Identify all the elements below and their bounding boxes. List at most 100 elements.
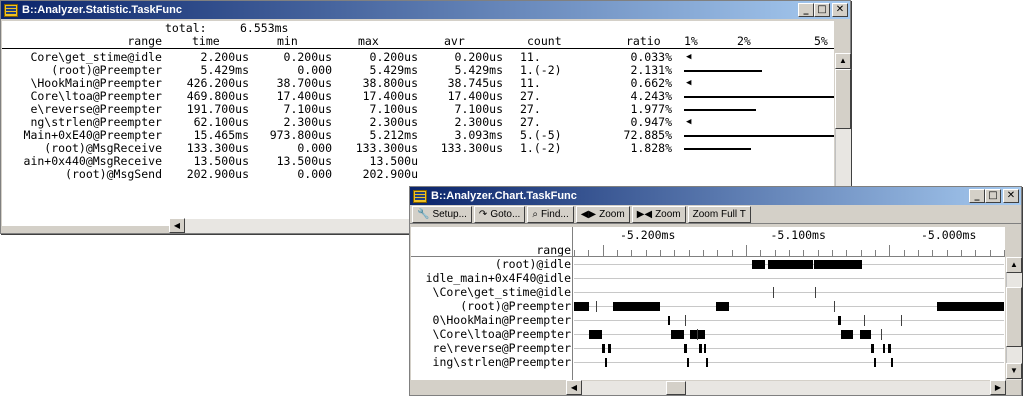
table-row[interactable]: (root)@MsgReceive 133.300us 0.000 133.300us… bbox=[2, 142, 834, 155]
cell-count: 1.(-2) bbox=[520, 141, 562, 155]
activity-block bbox=[870, 344, 874, 353]
cell-max: 133.300us bbox=[355, 141, 418, 155]
chart-lane[interactable]: \Core\get_stime@idle bbox=[411, 286, 1005, 299]
ratio-bar bbox=[684, 135, 834, 137]
ratio-bar bbox=[684, 148, 751, 150]
table-row[interactable]: ain+0x440@MsgReceive 13.500us 13.500us 13.5… bbox=[2, 155, 834, 168]
cell-time: 426.200us bbox=[186, 76, 249, 90]
goto-button[interactable]: ↷ Goto... bbox=[473, 205, 526, 223]
chart-header: range -5.200ms -5.100ms -5.000ms bbox=[411, 227, 1005, 257]
chart-lane[interactable]: ing\strlen@Preempter bbox=[411, 356, 1005, 369]
chart-window[interactable]: B::Analyzer.Chart.TaskFunc _ □ ✕ 🔧 Setup.… bbox=[409, 186, 1022, 396]
window-icon bbox=[413, 189, 427, 203]
table-row[interactable]: \HookMain@Preempter 426.200us 38.700us 38.8… bbox=[2, 77, 834, 90]
time-axis-label: -5.100ms bbox=[770, 228, 826, 242]
lane-track bbox=[574, 362, 1004, 363]
chart-lane[interactable]: (root)@idle bbox=[411, 258, 1005, 271]
chart-lane[interactable]: idle_main+0x4F40@idle bbox=[411, 272, 1005, 285]
setup-button[interactable]: 🔧 Setup... bbox=[412, 205, 472, 223]
table-row[interactable]: Core\get_stime@idle 2.200us 0.200us 0.200us… bbox=[2, 51, 834, 64]
cell-count: 11. bbox=[520, 50, 541, 64]
activity-block bbox=[882, 344, 886, 353]
ratio-bar bbox=[684, 109, 756, 111]
find-button[interactable]: ⌕ Find... bbox=[527, 205, 574, 223]
cell-avr: 3.093ms bbox=[454, 128, 503, 142]
time-axis-label: -5.000ms bbox=[921, 228, 977, 242]
cell-ratio: 0.662% bbox=[630, 76, 672, 90]
close-button[interactable]: ✕ bbox=[832, 3, 848, 17]
lane-track bbox=[574, 278, 1004, 279]
minimize-button[interactable]: _ bbox=[798, 3, 814, 17]
ratio-bar bbox=[684, 70, 762, 72]
activity-block bbox=[574, 302, 590, 311]
maximize-button[interactable]: □ bbox=[814, 3, 830, 17]
time-axis-tick bbox=[889, 245, 891, 256]
cell-time: 15.465ms bbox=[193, 128, 249, 142]
activity-block bbox=[859, 330, 871, 339]
minimize-button[interactable]: _ bbox=[969, 189, 985, 203]
scroll-thumb[interactable] bbox=[835, 69, 851, 129]
table-row[interactable]: (root)@Preempter 5.429ms 0.000 5.429ms 5.429… bbox=[2, 64, 834, 77]
window-title: B::Analyzer.Chart.TaskFunc bbox=[431, 190, 577, 202]
cell-avr: 17.400us bbox=[447, 89, 503, 103]
activity-tick bbox=[834, 301, 836, 312]
cell-max: 202.900u bbox=[362, 167, 418, 181]
close-button[interactable]: ✕ bbox=[1003, 189, 1019, 203]
chart-vscroll[interactable]: ▲ ▼ bbox=[1006, 257, 1022, 380]
chart-hscroll[interactable]: ◀ ▶ bbox=[566, 380, 1006, 395]
maximize-button[interactable]: □ bbox=[985, 189, 1001, 203]
scroll-left-button[interactable]: ◀ bbox=[566, 380, 582, 395]
goto-icon: ↷ bbox=[478, 208, 488, 220]
scroll-up-button[interactable]: ▲ bbox=[1006, 257, 1022, 273]
scale-1pct: 1% bbox=[684, 34, 698, 48]
chart-lane[interactable]: 0\HookMain@Preempter bbox=[411, 314, 1005, 327]
cell-range: Main+0xE40@Preempter bbox=[23, 128, 162, 142]
activity-tick bbox=[696, 329, 698, 340]
range-label: range bbox=[536, 243, 571, 257]
statistic-titlebar[interactable]: B::Analyzer.Statistic.TaskFunc _ □ ✕ bbox=[1, 1, 850, 19]
scroll-thumb[interactable] bbox=[1006, 287, 1022, 347]
cell-time: 2.200us bbox=[200, 50, 249, 64]
time-axis-label: -5.200ms bbox=[620, 228, 676, 242]
lane-track bbox=[574, 320, 1004, 321]
cell-ratio: 1.828% bbox=[630, 141, 672, 155]
table-row[interactable]: Core\ltoa@Preempter 469.800us 17.400us 17.4… bbox=[2, 90, 834, 103]
cell-count: 27. bbox=[520, 89, 541, 103]
zoom-out-button[interactable]: ▶◀ Zoom bbox=[631, 205, 686, 223]
activity-tick bbox=[595, 301, 597, 312]
cell-count: 5.(-5) bbox=[520, 128, 562, 142]
cell-range: (root)@MsgSend bbox=[65, 167, 162, 181]
cell-avr: 0.200us bbox=[454, 50, 503, 64]
activity-block bbox=[703, 344, 707, 353]
chart-titlebar[interactable]: B::Analyzer.Chart.TaskFunc _ □ ✕ bbox=[410, 187, 1021, 205]
table-row[interactable]: (root)@MsgSend 202.900us 0.000 202.900u bbox=[2, 168, 834, 181]
cell-range: (root)@MsgReceive bbox=[44, 141, 162, 155]
cell-range: Core\ltoa@Preempter bbox=[30, 89, 162, 103]
lane-track bbox=[574, 292, 1004, 293]
chart-content: range -5.200ms -5.100ms -5.000ms (root)@id… bbox=[411, 227, 1005, 380]
chart-lane[interactable]: \Core\ltoa@Preempter bbox=[411, 328, 1005, 341]
zoom-in-button[interactable]: ◀▶ Zoom bbox=[575, 205, 630, 223]
activity-block bbox=[601, 344, 605, 353]
time-axis-tick bbox=[746, 245, 747, 256]
chart-lane[interactable]: re\reverse@Preempter bbox=[411, 342, 1005, 355]
cell-range: Core\get_stime@idle bbox=[30, 50, 162, 64]
activity-block bbox=[768, 260, 813, 269]
hscroll-thumb[interactable] bbox=[666, 381, 686, 395]
cell-min: 13.500us bbox=[276, 154, 332, 168]
table-row[interactable]: Main+0xE40@Preempter 15.465ms 973.800us 5.2… bbox=[2, 129, 834, 142]
table-row[interactable]: e\reverse@Preempter 191.700us 7.100us 7.100… bbox=[2, 103, 834, 116]
scroll-right-button[interactable]: ▶ bbox=[990, 380, 1006, 395]
scroll-left-button[interactable]: ◀ bbox=[169, 218, 185, 233]
zoom-full-button[interactable]: Zoom Full T bbox=[687, 205, 751, 223]
activity-block bbox=[887, 344, 891, 353]
lane-label: 0\HookMain@Preempter bbox=[432, 313, 571, 327]
cell-min: 0.200us bbox=[283, 50, 332, 64]
cell-ratio: 0.033% bbox=[630, 50, 672, 64]
cell-min: 7.100us bbox=[283, 102, 332, 116]
scroll-up-button[interactable]: ▲ bbox=[835, 53, 851, 69]
scroll-down-button[interactable]: ▼ bbox=[1006, 363, 1022, 379]
cell-min: 0.000 bbox=[297, 63, 332, 77]
table-row[interactable]: ng\strlen@Preempter 62.100us 2.300us 2.300u… bbox=[2, 116, 834, 129]
chart-lane[interactable]: (root)@Preempter bbox=[411, 300, 1005, 313]
